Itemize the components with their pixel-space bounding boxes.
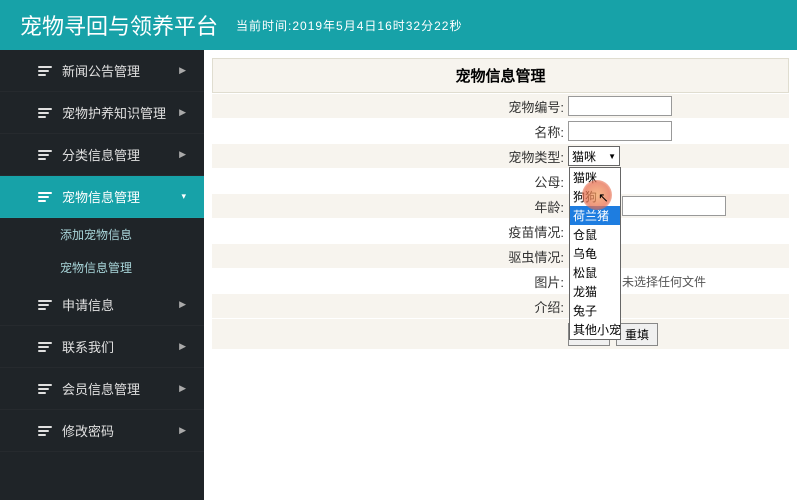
age-input[interactable] — [622, 196, 726, 216]
dropdown-selected: 猫咪 — [572, 148, 596, 165]
dropdown-option[interactable]: 其他小宠 — [570, 320, 620, 339]
submenu-pet-info: 添加宠物信息 宠物信息管理 — [0, 218, 204, 284]
sidebar-item-knowledge[interactable]: 宠物护养知识管理 ▶ — [0, 92, 204, 134]
dropdown-option[interactable]: 兔子 — [570, 301, 620, 320]
dropdown-option[interactable]: 仓鼠 — [570, 225, 620, 244]
app-header: 宠物寻回与领养平台 当前时间:2019年5月4日16时32分22秒 — [0, 0, 797, 50]
panel-title: 宠物信息管理 — [212, 58, 789, 93]
pet-no-input[interactable] — [568, 96, 672, 116]
sidebar-item-pet-info[interactable]: 宠物信息管理 ▾ — [0, 176, 204, 218]
chevron-right-icon: ▶ — [179, 65, 186, 76]
label-pet-no: 宠物编号: — [212, 97, 568, 116]
menu-label: 会员信息管理 — [62, 379, 140, 398]
sidebar-item-contact[interactable]: 联系我们 ▶ — [0, 326, 204, 368]
label-age: 年龄: — [212, 197, 568, 216]
name-input[interactable] — [568, 121, 672, 141]
pet-type-dropdown-list: 猫咪 狗狗 荷兰猪 仓鼠 乌龟 松鼠 龙猫 兔子 其他小宠 — [569, 167, 621, 340]
menu-label: 新闻公告管理 — [62, 61, 140, 80]
sidebar-item-apply[interactable]: 申请信息 ▶ — [0, 284, 204, 326]
pet-type-select[interactable]: 猫咪 ▼ 猫咪 狗狗 荷兰猪 仓鼠 乌龟 松鼠 龙猫 兔子 其他小宠 — [568, 146, 620, 166]
menu-label: 修改密码 — [62, 421, 114, 440]
caret-down-icon: ▼ — [608, 152, 616, 161]
stack-icon — [38, 192, 52, 202]
sidebar-item-member[interactable]: 会员信息管理 ▶ — [0, 368, 204, 410]
main-content: 宠物信息管理 宠物编号: 名称: 宠物类型: 猫咪 ▼ 猫咪 狗狗 — [204, 50, 797, 500]
reset-button[interactable]: 重填 — [616, 323, 658, 346]
label-type: 宠物类型: — [212, 147, 568, 166]
chevron-right-icon: ▶ — [179, 383, 186, 394]
stack-icon — [38, 66, 52, 76]
chevron-right-icon: ▶ — [179, 107, 186, 118]
app-title: 宠物寻回与领养平台 — [20, 9, 218, 41]
stack-icon — [38, 426, 52, 436]
stack-icon — [38, 150, 52, 160]
sidebar-item-category[interactable]: 分类信息管理 ▶ — [0, 134, 204, 176]
menu-label: 分类信息管理 — [62, 145, 140, 164]
chevron-right-icon: ▶ — [179, 299, 186, 310]
sidebar-item-password[interactable]: 修改密码 ▶ — [0, 410, 204, 452]
chevron-right-icon: ▶ — [179, 341, 186, 352]
label-image: 图片: — [212, 272, 568, 291]
stack-icon — [38, 108, 52, 118]
dropdown-option[interactable]: 龙猫 — [570, 282, 620, 301]
dropdown-option[interactable]: 乌龟 — [570, 244, 620, 263]
dropdown-option[interactable]: 狗狗 — [570, 187, 620, 206]
dropdown-option[interactable]: 荷兰猪 — [570, 206, 620, 225]
dropdown-option[interactable]: 松鼠 — [570, 263, 620, 282]
label-deworm: 驱虫情况: — [212, 247, 568, 266]
label-vaccine: 疫苗情况: — [212, 222, 568, 241]
menu-label: 联系我们 — [62, 337, 114, 356]
label-gender: 公母: — [212, 172, 568, 191]
stack-icon — [38, 384, 52, 394]
dropdown-option[interactable]: 猫咪 — [570, 168, 620, 187]
sidebar-item-news[interactable]: 新闻公告管理 ▶ — [0, 50, 204, 92]
chevron-down-icon: ▾ — [181, 191, 186, 202]
menu-label: 宠物信息管理 — [62, 187, 140, 206]
stack-icon — [38, 342, 52, 352]
menu-label: 申请信息 — [62, 295, 114, 314]
label-name: 名称: — [212, 122, 568, 141]
label-intro: 介绍: — [212, 297, 568, 316]
sidebar-nav: 新闻公告管理 ▶ 宠物护养知识管理 ▶ 分类信息管理 ▶ 宠物信息管理 ▾ 添加… — [0, 50, 204, 500]
current-time: 当前时间:2019年5月4日16时32分22秒 — [236, 17, 462, 34]
submenu-manage-pet[interactable]: 宠物信息管理 — [0, 251, 204, 284]
chevron-right-icon: ▶ — [179, 425, 186, 436]
stack-icon — [38, 300, 52, 310]
menu-label: 宠物护养知识管理 — [62, 103, 166, 122]
submenu-add-pet[interactable]: 添加宠物信息 — [0, 218, 204, 251]
chevron-right-icon: ▶ — [179, 149, 186, 160]
